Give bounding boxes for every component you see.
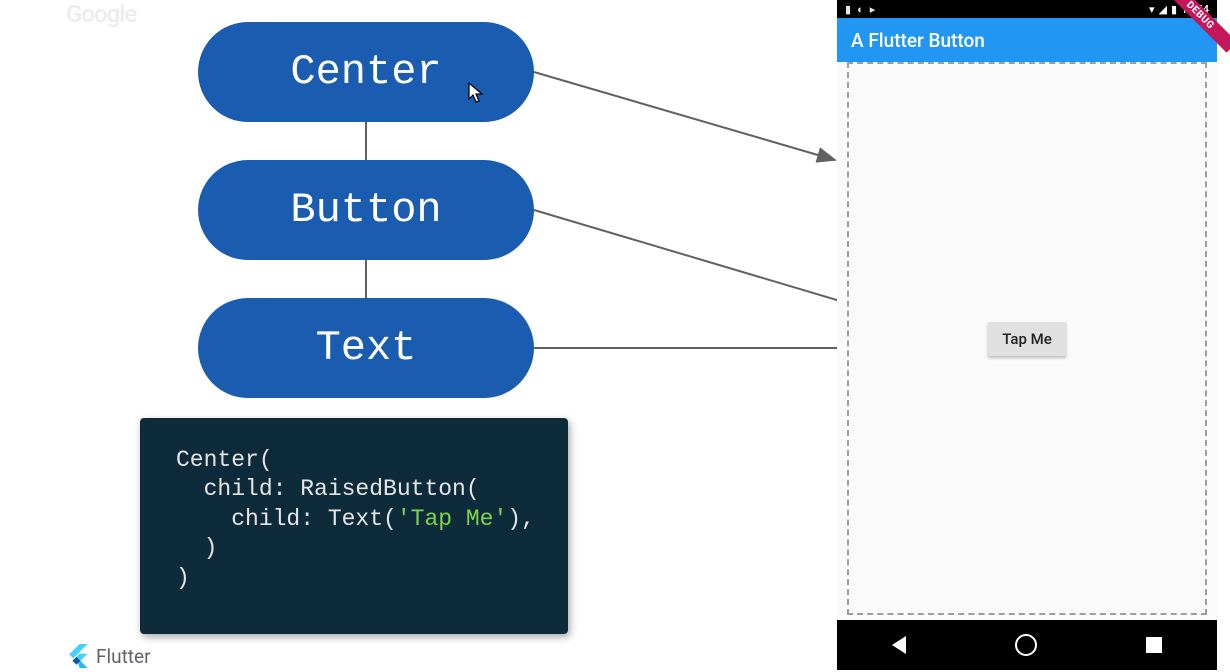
widget-node-center: Center [198,22,534,122]
code-snippet: Center( child: RaisedButton( child: Text… [140,418,568,634]
wifi-icon: ▾ [1149,3,1155,16]
widget-node-center-label: Center [290,48,441,96]
app-bar: A Flutter Button [837,18,1217,62]
android-status-bar: ▮ ◐ ▸ ▾ ◢ ▮ 10:54 [837,0,1217,18]
status-alarm-icon: ▸ [870,3,876,16]
nav-recent-icon[interactable] [1146,637,1162,653]
tap-me-button-label: Tap Me [1002,330,1052,348]
widget-node-text-label: Text [316,324,417,372]
nav-back-icon[interactable] [892,636,906,654]
flutter-logo-icon [68,644,88,668]
nav-home-icon[interactable] [1015,634,1037,656]
android-nav-bar [837,620,1217,670]
google-logo: Google [66,0,136,28]
widget-node-button-label: Button [290,186,441,234]
center-widget-outline: Tap Me [847,62,1207,615]
flutter-footer: Flutter [68,644,151,668]
tap-me-button[interactable]: Tap Me [988,322,1066,356]
code-line-5: ) [176,565,190,591]
code-line-2: child: RaisedButton( [176,476,480,502]
phone-frame: ▮ ◐ ▸ ▾ ◢ ▮ 10:54 A Flutter Button DEBUG… [837,0,1217,670]
widget-node-button: Button [198,160,534,260]
signal-icon: ◢ [1159,3,1167,16]
code-string-literal: 'Tap Me' [397,506,507,532]
code-line-1: Center( [176,447,273,473]
widget-node-text: Text [198,298,534,398]
app-bar-title: A Flutter Button [851,29,985,52]
status-notification-icon: ▮ [845,3,851,16]
status-sync-icon: ◐ [857,3,864,16]
code-line-4: ) [176,535,217,561]
code-line-3b: ), [507,506,535,532]
battery-icon: ▮ [1171,3,1177,16]
code-line-3a: child: Text( [176,506,397,532]
flutter-footer-label: Flutter [96,645,151,668]
